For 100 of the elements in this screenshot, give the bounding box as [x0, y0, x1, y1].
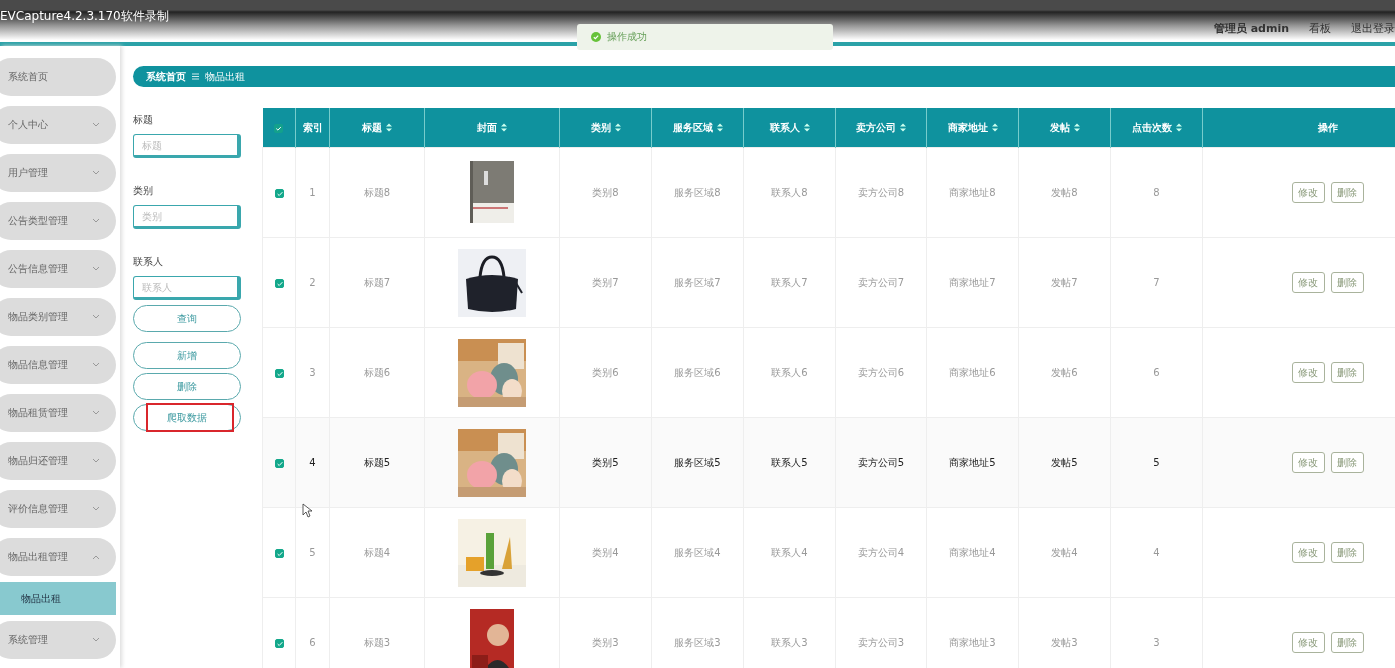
- sidebar-item[interactable]: 评价信息管理: [0, 490, 116, 528]
- column-header[interactable]: 服务区域: [651, 108, 744, 148]
- table-cell: 商家地址7: [926, 237, 1019, 328]
- table-cell: 商家地址8: [926, 147, 1019, 238]
- table-cell: 1: [295, 147, 330, 238]
- field-label: 标题: [133, 113, 154, 127]
- column-header[interactable]: 点击次数: [1110, 108, 1203, 148]
- header-link[interactable]: 看板: [1309, 21, 1331, 36]
- header-link[interactable]: 退出登录: [1351, 21, 1395, 36]
- table-cell: 发帖8: [1018, 147, 1111, 238]
- field-label: 联系人: [133, 255, 164, 269]
- table-cell: 联系人7: [743, 237, 836, 328]
- table-cell: 卖方公司4: [835, 507, 927, 598]
- action-button[interactable]: 爬取数据: [133, 404, 241, 431]
- action-button[interactable]: 删除: [133, 373, 241, 400]
- caret-down-icon: [92, 637, 100, 643]
- column-header[interactable]: 卖方公司: [835, 108, 927, 148]
- table-cell: 服务区域7: [651, 237, 744, 328]
- row-action-button[interactable]: 删除: [1330, 632, 1364, 653]
- table-cell: 服务区域6: [651, 327, 744, 418]
- select-all-checkbox[interactable]: [274, 123, 284, 133]
- breadcrumb-link[interactable]: 系统首页: [146, 69, 186, 84]
- row-action-button[interactable]: 删除: [1330, 272, 1364, 293]
- table-cell: 发帖7: [1018, 237, 1111, 328]
- sort-icon: [614, 123, 621, 132]
- admin-user-label: 管理员 admin: [1213, 21, 1289, 36]
- table-cell: 卖方公司8: [835, 147, 927, 238]
- caret-down-icon: [92, 170, 100, 176]
- column-header[interactable]: 封面: [424, 108, 560, 148]
- sort-icon: [991, 123, 998, 132]
- sidebar-item[interactable]: 系统首页: [0, 58, 116, 96]
- row-action-button[interactable]: 修改: [1291, 452, 1325, 473]
- table-cell: 卖方公司5: [835, 417, 927, 508]
- column-header[interactable]: 联系人: [743, 108, 836, 148]
- sidebar-item[interactable]: 物品出租管理: [0, 538, 116, 576]
- table-cell: 联系人8: [743, 147, 836, 238]
- table-cell: 标题5: [329, 417, 425, 508]
- row-checkbox[interactable]: [274, 458, 284, 468]
- field-label: 类别: [133, 184, 154, 198]
- column-header[interactable]: 操作: [1202, 108, 1395, 148]
- sort-icon: [501, 123, 507, 132]
- table-cell: 标题6: [329, 327, 425, 418]
- sidebar-item[interactable]: 物品信息管理: [0, 346, 116, 384]
- row-checkbox[interactable]: [274, 278, 284, 288]
- row-action-button[interactable]: 删除: [1330, 542, 1364, 563]
- row-checkbox[interactable]: [274, 188, 284, 198]
- column-header[interactable]: 标题: [329, 108, 425, 148]
- sidebar-subitem[interactable]: 物品出租: [0, 582, 116, 615]
- caret-up-icon: [92, 554, 100, 560]
- caret-down-icon: [92, 458, 100, 464]
- row-action-button[interactable]: 删除: [1330, 362, 1364, 383]
- menu-icon: [192, 73, 199, 80]
- column-header[interactable]: 商家地址: [926, 108, 1019, 148]
- row-action-button[interactable]: 修改: [1291, 182, 1325, 203]
- sort-icon: [1175, 123, 1182, 132]
- table-cell: 2: [295, 237, 330, 328]
- row-action-button[interactable]: 修改: [1291, 632, 1325, 653]
- sidebar-item[interactable]: 公告类型管理: [0, 202, 116, 240]
- sidebar-item[interactable]: 物品租赁管理: [0, 394, 116, 432]
- recorder-title: EVCapture4.2.3.170软件录制: [0, 8, 169, 25]
- cursor-icon: [302, 503, 312, 518]
- row-action-button[interactable]: 删除: [1330, 182, 1364, 203]
- action-button[interactable]: 查询: [133, 305, 241, 332]
- sidebar-item[interactable]: 物品类别管理: [0, 298, 116, 336]
- table-cell: 卖方公司6: [835, 327, 927, 418]
- table-cell: 类别7: [559, 237, 652, 328]
- row-checkbox[interactable]: [274, 638, 284, 648]
- sidebar-item[interactable]: 系统管理: [0, 621, 116, 659]
- table-cell: 类别6: [559, 327, 652, 418]
- caret-down-icon: [92, 314, 100, 320]
- table-cell: 类别8: [559, 147, 652, 238]
- table-cell: 联系人6: [743, 327, 836, 418]
- caret-down-icon: [92, 122, 100, 128]
- table-cell: 商家地址6: [926, 327, 1019, 418]
- row-action-button[interactable]: 修改: [1291, 272, 1325, 293]
- action-button[interactable]: 新增: [133, 342, 241, 369]
- table-cell: 5: [1110, 417, 1203, 508]
- column-header[interactable]: 类别: [559, 108, 652, 148]
- sidebar-item[interactable]: 个人中心: [0, 106, 116, 144]
- input-field[interactable]: 标题: [133, 134, 241, 158]
- table-cell: 服务区域8: [651, 147, 744, 238]
- row-action-button[interactable]: 修改: [1291, 362, 1325, 383]
- sort-icon: [900, 123, 906, 132]
- sidebar-item[interactable]: 公告信息管理: [0, 250, 116, 288]
- table-cell: 联系人5: [743, 417, 836, 508]
- input-field[interactable]: 联系人: [133, 276, 241, 300]
- column-header[interactable]: 索引: [295, 108, 330, 148]
- table-cell: 标题7: [329, 237, 425, 328]
- sidebar-item[interactable]: 用户管理: [0, 154, 116, 192]
- table-cell: 卖方公司7: [835, 237, 927, 328]
- row-action-button[interactable]: 修改: [1291, 542, 1325, 563]
- breadcrumb-link[interactable]: 物品出租: [205, 69, 245, 84]
- column-header[interactable]: 发帖: [1018, 108, 1111, 148]
- toast-message: 操作成功: [607, 30, 647, 44]
- table-cell: 标题4: [329, 507, 425, 598]
- table-cell: 商家地址5: [926, 417, 1019, 508]
- row-action-button[interactable]: 删除: [1330, 452, 1364, 473]
- row-checkbox[interactable]: [274, 548, 284, 558]
- sidebar-item[interactable]: 物品归还管理: [0, 442, 116, 480]
- row-checkbox[interactable]: [274, 368, 284, 378]
